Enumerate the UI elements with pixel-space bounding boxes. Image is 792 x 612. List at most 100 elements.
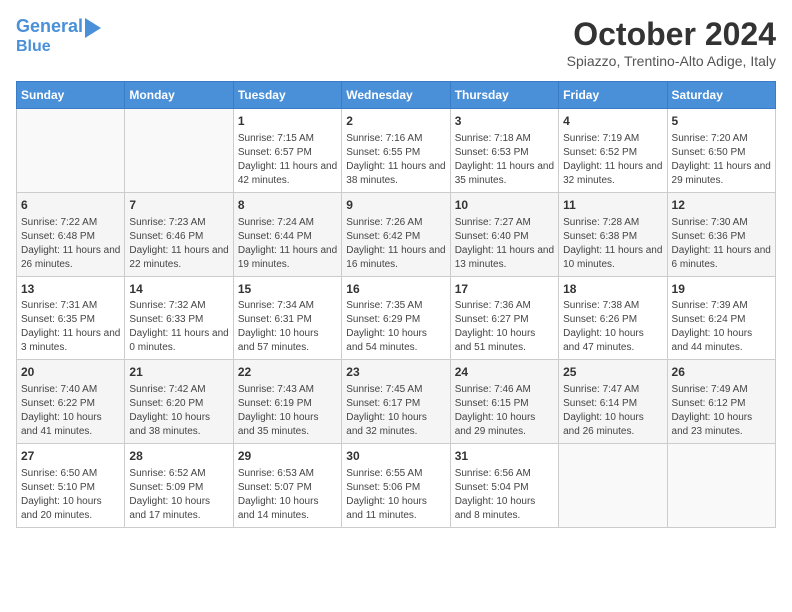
day-info: Sunrise: 7:24 AMSunset: 6:44 PMDaylight:… xyxy=(238,216,337,272)
day-info: Sunrise: 7:26 AMSunset: 6:42 PMDaylight:… xyxy=(346,216,445,272)
day-number: 24 xyxy=(455,364,554,381)
calendar-cell: 7Sunrise: 7:23 AMSunset: 6:46 PMDaylight… xyxy=(125,192,233,276)
calendar-cell: 30 Sunrise: 6:55 AMSunset: 5:06 PMDayligh… xyxy=(342,444,450,528)
weekday-header-monday: Monday xyxy=(125,82,233,109)
day-number: 15 xyxy=(238,281,337,298)
day-info: Sunrise: 7:16 AMSunset: 6:55 PMDaylight:… xyxy=(346,132,445,188)
weekday-header-tuesday: Tuesday xyxy=(233,82,341,109)
calendar-cell: 31 Sunrise: 6:56 AMSunset: 5:04 PMDayligh… xyxy=(450,444,558,528)
day-info: Sunrise: 7:46 AMSunset: 6:15 PMDaylight:… xyxy=(455,383,554,439)
calendar-cell: 10 Sunrise: 7:27 AMSunset: 6:40 PMDayligh… xyxy=(450,192,558,276)
day-number: 18 xyxy=(563,281,662,298)
day-number: 1 xyxy=(238,113,337,130)
day-number: 17 xyxy=(455,281,554,298)
day-number: 11 xyxy=(563,197,662,214)
weekday-header-thursday: Thursday xyxy=(450,82,558,109)
calendar-cell: 9 Sunrise: 7:26 AMSunset: 6:42 PMDaylight… xyxy=(342,192,450,276)
day-info: Sunrise: 6:55 AMSunset: 5:06 PMDaylight:… xyxy=(346,467,445,523)
weekday-header-wednesday: Wednesday xyxy=(342,82,450,109)
calendar-week-row: 6 Sunrise: 7:22 AMSunset: 6:48 PMDaylight… xyxy=(17,192,776,276)
calendar-cell: 15Sunrise: 7:34 AMSunset: 6:31 PMDayligh… xyxy=(233,276,341,360)
day-info: Sunrise: 7:43 AMSunset: 6:19 PMDaylight:… xyxy=(238,383,337,439)
calendar-cell: 20Sunrise: 7:40 AMSunset: 6:22 PMDayligh… xyxy=(17,360,125,444)
day-number: 9 xyxy=(346,197,445,214)
day-info: Sunrise: 7:49 AMSunset: 6:12 PMDaylight:… xyxy=(672,383,771,439)
day-number: 29 xyxy=(238,448,337,465)
day-number: 12 xyxy=(672,197,771,214)
day-number: 4 xyxy=(563,113,662,130)
calendar-cell: 16Sunrise: 7:35 AMSunset: 6:29 PMDayligh… xyxy=(342,276,450,360)
day-number: 13 xyxy=(21,281,120,298)
calendar-week-row: 27 Sunrise: 6:50 AMSunset: 5:10 PMDayligh… xyxy=(17,444,776,528)
location: Spiazzo, Trentino-Alto Adige, Italy xyxy=(567,53,776,69)
weekday-header-saturday: Saturday xyxy=(667,82,775,109)
calendar-cell: 28 Sunrise: 6:52 AMSunset: 5:09 PMDayligh… xyxy=(125,444,233,528)
calendar-week-row: 20Sunrise: 7:40 AMSunset: 6:22 PMDayligh… xyxy=(17,360,776,444)
day-info: Sunrise: 7:32 AMSunset: 6:33 PMDaylight:… xyxy=(129,299,228,355)
calendar-week-row: 13Sunrise: 7:31 AMSunset: 6:35 PMDayligh… xyxy=(17,276,776,360)
title-block: October 2024 Spiazzo, Trentino-Alto Adig… xyxy=(567,16,776,69)
day-number: 31 xyxy=(455,448,554,465)
day-info: Sunrise: 7:18 AMSunset: 6:53 PMDaylight:… xyxy=(455,132,554,188)
day-info: Sunrise: 7:30 AMSunset: 6:36 PMDaylight:… xyxy=(672,216,771,272)
day-number: 27 xyxy=(21,448,120,465)
calendar-cell xyxy=(125,109,233,193)
calendar-week-row: 1Sunrise: 7:15 AMSunset: 6:57 PMDaylight… xyxy=(17,109,776,193)
day-number: 14 xyxy=(129,281,228,298)
calendar-cell: 1Sunrise: 7:15 AMSunset: 6:57 PMDaylight… xyxy=(233,109,341,193)
calendar-cell: 25 Sunrise: 7:47 AMSunset: 6:14 PMDayligh… xyxy=(559,360,667,444)
day-number: 6 xyxy=(21,197,120,214)
weekday-header-friday: Friday xyxy=(559,82,667,109)
calendar-cell: 23Sunrise: 7:45 AMSunset: 6:17 PMDayligh… xyxy=(342,360,450,444)
calendar-cell: 29 Sunrise: 6:53 AMSunset: 5:07 PMDayligh… xyxy=(233,444,341,528)
logo-text: General xyxy=(16,17,83,37)
day-number: 26 xyxy=(672,364,771,381)
calendar-cell xyxy=(559,444,667,528)
day-info: Sunrise: 7:23 AMSunset: 6:46 PMDaylight:… xyxy=(129,216,228,272)
day-info: Sunrise: 7:19 AMSunset: 6:52 PMDaylight:… xyxy=(563,132,662,188)
calendar-cell: 12 Sunrise: 7:30 AMSunset: 6:36 PMDayligh… xyxy=(667,192,775,276)
day-info: Sunrise: 7:45 AMSunset: 6:17 PMDaylight:… xyxy=(346,383,445,439)
day-number: 5 xyxy=(672,113,771,130)
day-number: 28 xyxy=(129,448,228,465)
day-info: Sunrise: 7:27 AMSunset: 6:40 PMDaylight:… xyxy=(455,216,554,272)
day-info: Sunrise: 6:52 AMSunset: 5:09 PMDaylight:… xyxy=(129,467,228,523)
calendar-cell: 11 Sunrise: 7:28 AMSunset: 6:38 PMDayligh… xyxy=(559,192,667,276)
day-info: Sunrise: 7:35 AMSunset: 6:29 PMDaylight:… xyxy=(346,299,445,355)
day-info: Sunrise: 7:39 AMSunset: 6:24 PMDaylight:… xyxy=(672,299,771,355)
calendar-cell: 8Sunrise: 7:24 AMSunset: 6:44 PMDaylight… xyxy=(233,192,341,276)
weekday-header-row: SundayMondayTuesdayWednesdayThursdayFrid… xyxy=(17,82,776,109)
day-number: 2 xyxy=(346,113,445,130)
day-number: 3 xyxy=(455,113,554,130)
day-info: Sunrise: 7:28 AMSunset: 6:38 PMDaylight:… xyxy=(563,216,662,272)
calendar-cell: 2 Sunrise: 7:16 AMSunset: 6:55 PMDaylight… xyxy=(342,109,450,193)
day-number: 16 xyxy=(346,281,445,298)
calendar-table: SundayMondayTuesdayWednesdayThursdayFrid… xyxy=(16,81,776,528)
day-info: Sunrise: 7:22 AMSunset: 6:48 PMDaylight:… xyxy=(21,216,120,272)
weekday-header-sunday: Sunday xyxy=(17,82,125,109)
logo-blue-text: Blue xyxy=(16,38,101,56)
day-number: 10 xyxy=(455,197,554,214)
calendar-cell: 6 Sunrise: 7:22 AMSunset: 6:48 PMDaylight… xyxy=(17,192,125,276)
day-number: 30 xyxy=(346,448,445,465)
day-info: Sunrise: 6:50 AMSunset: 5:10 PMDaylight:… xyxy=(21,467,120,523)
calendar-cell: 3 Sunrise: 7:18 AMSunset: 6:53 PMDaylight… xyxy=(450,109,558,193)
day-info: Sunrise: 6:56 AMSunset: 5:04 PMDaylight:… xyxy=(455,467,554,523)
day-info: Sunrise: 7:34 AMSunset: 6:31 PMDaylight:… xyxy=(238,299,337,355)
calendar-cell xyxy=(667,444,775,528)
calendar-cell: 18Sunrise: 7:38 AMSunset: 6:26 PMDayligh… xyxy=(559,276,667,360)
day-number: 22 xyxy=(238,364,337,381)
calendar-cell: 22 Sunrise: 7:43 AMSunset: 6:19 PMDayligh… xyxy=(233,360,341,444)
day-info: Sunrise: 7:42 AMSunset: 6:20 PMDaylight:… xyxy=(129,383,228,439)
page-header: General Blue October 2024 Spiazzo, Trent… xyxy=(16,16,776,69)
day-info: Sunrise: 7:20 AMSunset: 6:50 PMDaylight:… xyxy=(672,132,771,188)
day-info: Sunrise: 7:40 AMSunset: 6:22 PMDaylight:… xyxy=(21,383,120,439)
day-number: 21 xyxy=(129,364,228,381)
calendar-cell: 5 Sunrise: 7:20 AMSunset: 6:50 PMDaylight… xyxy=(667,109,775,193)
day-info: Sunrise: 7:38 AMSunset: 6:26 PMDaylight:… xyxy=(563,299,662,355)
calendar-cell: 26 Sunrise: 7:49 AMSunset: 6:12 PMDayligh… xyxy=(667,360,775,444)
logo-arrow-icon xyxy=(85,18,101,38)
day-info: Sunrise: 7:47 AMSunset: 6:14 PMDaylight:… xyxy=(563,383,662,439)
day-info: Sunrise: 6:53 AMSunset: 5:07 PMDaylight:… xyxy=(238,467,337,523)
day-number: 25 xyxy=(563,364,662,381)
